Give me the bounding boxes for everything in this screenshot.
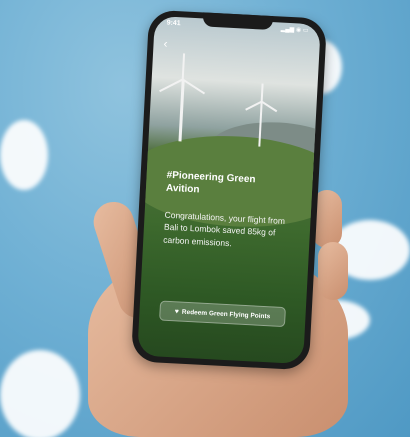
turbine-blade [261, 100, 278, 113]
turbine-blade [182, 78, 206, 95]
status-icons: ▂▄▆ ◉ ▭ [280, 26, 309, 34]
turbine-blade [181, 53, 186, 80]
cloud [0, 120, 48, 190]
wind-turbine [178, 79, 185, 142]
redeem-points-label: Redeem Green Flying Points [181, 308, 271, 320]
turbine-blade [260, 83, 264, 102]
back-icon[interactable]: ‹ [163, 36, 168, 50]
hero-message: Congratulations, your flight from Bali t… [163, 209, 286, 248]
leaf-icon: ♥ [174, 307, 180, 316]
cloud [0, 350, 80, 440]
status-time: 9:41 [166, 19, 181, 28]
app-screen: 9:41 ▂▄▆ ◉ ▭ ‹ #Pioneering Green Avition… [137, 15, 321, 365]
phone: 9:41 ▂▄▆ ◉ ▭ ‹ #Pioneering Green Avition… [130, 9, 328, 371]
redeem-points-button[interactable]: ♥ Redeem Green Flying Points [159, 300, 286, 328]
hand-finger [318, 242, 348, 300]
turbine-blade [159, 78, 184, 93]
